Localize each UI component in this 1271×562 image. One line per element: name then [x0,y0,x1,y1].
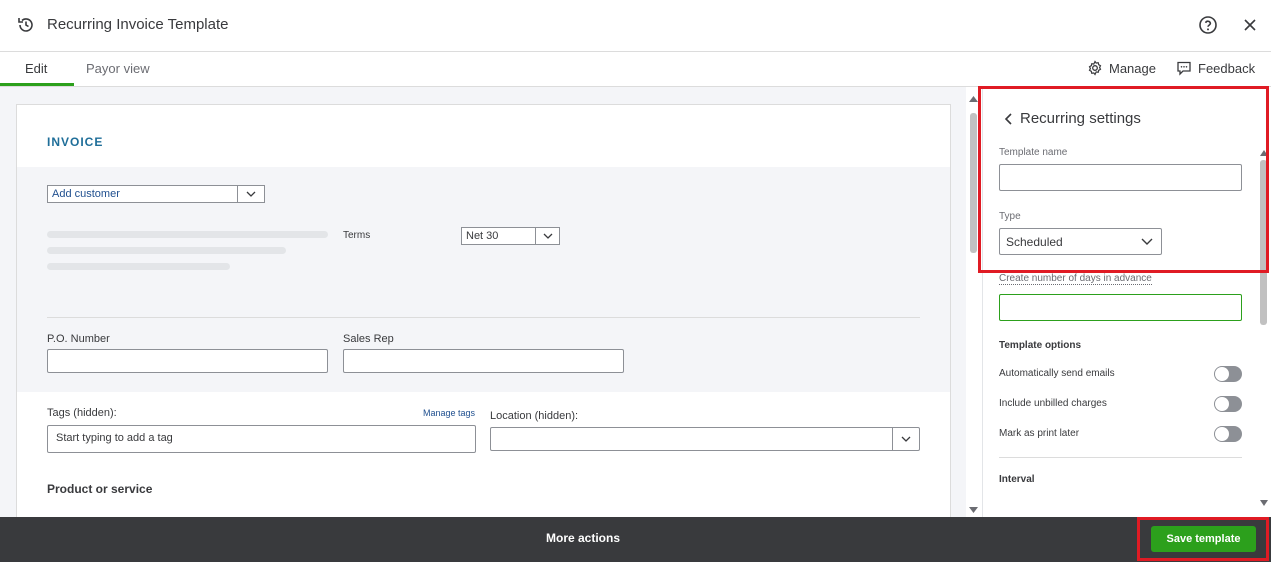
address-placeholder [47,263,230,270]
days-in-advance-input[interactable] [999,294,1242,321]
po-number-label: P.O. Number [47,333,110,345]
option-label: Automatically send emails [999,368,1115,379]
panel-scrollbar[interactable] [1258,150,1270,510]
feedback-label: Feedback [1198,60,1256,76]
toggle-knob [1215,397,1229,411]
interval-heading: Interval [999,474,1035,485]
sales-rep-label: Sales Rep [343,333,394,345]
customer-select-value: Add customer [52,188,120,200]
template-options-heading: Template options [999,340,1082,351]
help-icon[interactable] [1198,15,1218,35]
tab-payor-view[interactable]: Payor view [86,61,150,76]
po-number-input[interactable] [47,349,328,373]
scrollbar-thumb[interactable] [1260,160,1267,325]
option-auto-send-emails: Automatically send emails [999,366,1242,384]
scroll-down-icon[interactable] [1260,500,1268,506]
mark-print-later-toggle[interactable] [1214,426,1242,442]
template-name-input[interactable] [999,164,1242,191]
option-mark-print-later: Mark as print later [999,426,1242,444]
tab-edit[interactable]: Edit [25,61,47,76]
footer-bar: More actions Save template [0,517,1271,562]
location-label: Location (hidden): [490,410,579,422]
recurring-settings-panel: Recurring settings Template name Type Sc… [982,87,1271,517]
scroll-down-icon[interactable] [969,507,978,513]
invoice-form: INVOICE Add customer Terms Net 30 P.O. N… [16,104,951,517]
option-label: Include unbilled charges [999,398,1107,409]
location-select[interactable] [490,427,920,451]
option-label: Mark as print later [999,428,1080,439]
toggle-knob [1215,427,1229,441]
customer-select[interactable]: Add customer [47,185,265,203]
tags-input[interactable]: Start typing to add a tag [47,425,476,453]
sales-rep-input[interactable] [343,349,624,373]
type-label: Type [999,211,1021,222]
divider [999,457,1242,458]
feedback-button[interactable]: Feedback [1176,60,1255,76]
toggle-knob [1215,367,1229,381]
address-placeholder [47,231,328,238]
active-tab-indicator [0,83,74,86]
option-include-unbilled-charges: Include unbilled charges [999,396,1242,414]
include-unbilled-charges-toggle[interactable] [1214,396,1242,412]
history-icon [18,18,33,32]
scroll-up-icon[interactable] [1260,150,1268,156]
invoice-title: INVOICE [47,135,104,149]
top-bar: Recurring Invoice Template [0,0,1271,52]
chevron-down-icon [1141,238,1153,245]
manage-tags-link[interactable]: Manage tags [423,408,475,418]
terms-select[interactable]: Net 30 [461,227,560,245]
template-name-label: Template name [999,147,1068,158]
tab-bar: Edit Payor view Manage Feedback [0,52,1271,87]
tags-label: Tags (hidden): [47,407,117,419]
product-section-heading: Product or service [47,482,153,496]
panel-title: Recurring settings [1020,110,1141,127]
type-select-value: Scheduled [1006,235,1063,249]
more-actions-button[interactable]: More actions [546,531,620,545]
manage-label: Manage [1109,60,1156,76]
chevron-left-icon[interactable] [1003,112,1015,126]
chevron-down-icon [535,228,559,244]
gear-icon [1088,60,1102,76]
chevron-down-icon [237,186,264,202]
invoice-canvas: INVOICE Add customer Terms Net 30 P.O. N… [0,87,966,517]
terms-label: Terms [343,230,371,241]
canvas-scrollbar[interactable] [966,87,982,517]
scroll-up-icon[interactable] [969,96,978,102]
divider [47,317,920,318]
page-title: Recurring Invoice Template [47,16,229,33]
manage-button[interactable]: Manage [1087,60,1156,76]
terms-value: Net 30 [466,230,499,242]
close-icon[interactable] [1241,16,1259,34]
days-in-advance-label: Create number of days in advance [999,273,1152,285]
type-select[interactable]: Scheduled [999,228,1162,255]
feedback-icon [1177,61,1191,76]
chevron-down-icon [892,428,919,450]
scrollbar-thumb[interactable] [970,113,977,253]
address-placeholder [47,247,286,254]
save-template-button[interactable]: Save template [1151,526,1256,552]
auto-send-emails-toggle[interactable] [1214,366,1242,382]
